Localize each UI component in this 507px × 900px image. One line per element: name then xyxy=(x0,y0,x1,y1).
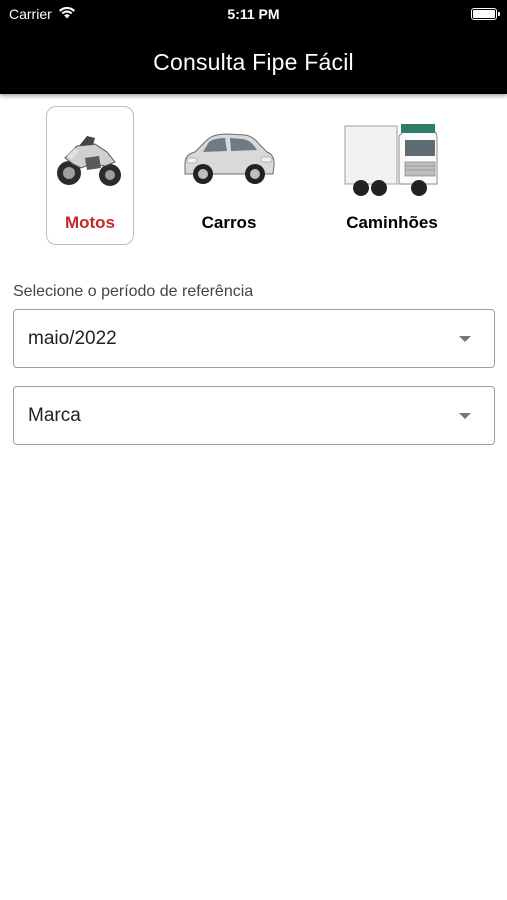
motorcycle-icon xyxy=(40,119,140,199)
vehicle-option-caminhoes[interactable]: Caminhões xyxy=(344,106,438,245)
brand-dropdown[interactable]: Marca xyxy=(13,386,495,445)
car-icon xyxy=(179,119,279,199)
vehicle-label-caminhoes: Caminhões xyxy=(346,213,438,232)
period-dropdown-value: maio/2022 xyxy=(28,327,117,349)
brand-dropdown-value: Marca xyxy=(28,404,81,426)
dropdown-arrow-icon xyxy=(459,413,471,419)
status-time: 5:11 PM xyxy=(227,6,280,22)
vehicle-option-carros[interactable]: Carros xyxy=(184,106,275,245)
period-label: Selecione o período de referência xyxy=(13,283,254,300)
period-dropdown[interactable]: maio/2022 xyxy=(13,309,495,368)
app-bar: Consulta Fipe Fácil xyxy=(0,30,507,94)
dropdown-arrow-icon xyxy=(459,336,471,342)
vehicle-type-selector: Motos Carros Caminhões xyxy=(0,94,507,254)
vehicle-option-motos[interactable]: Motos xyxy=(46,106,134,245)
vehicle-label-carros: Carros xyxy=(201,213,257,232)
vehicle-label-motos: Motos xyxy=(64,213,116,232)
status-bar: Carrier 5:11 PM xyxy=(0,0,507,30)
app-title: Consulta Fipe Fácil xyxy=(153,48,354,75)
truck-icon xyxy=(342,119,442,199)
battery-icon xyxy=(471,8,500,20)
